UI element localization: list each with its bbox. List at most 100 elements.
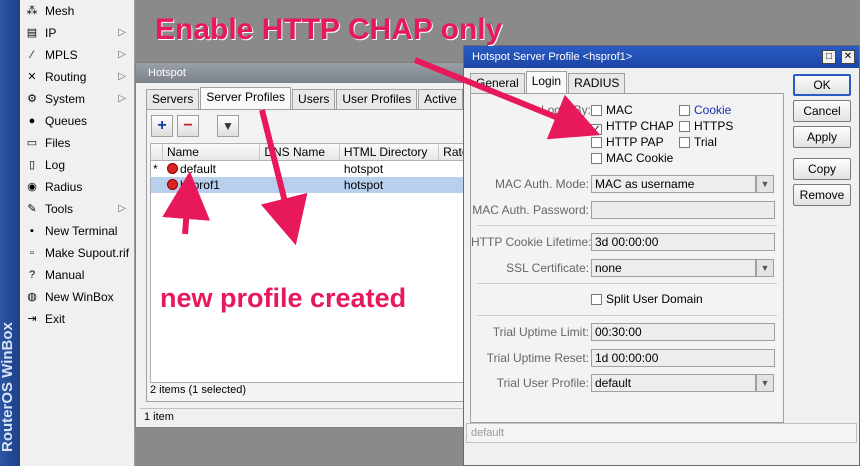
ok-button[interactable]: OK [793,74,851,96]
profile-tab-radius[interactable]: RADIUS [568,73,626,93]
profile-dialog-title[interactable]: Hotspot Server Profile <hsprof1> □ ✕ [464,46,859,68]
trial-uptime-reset-input[interactable]: 1d 00:00:00 [591,349,775,367]
cancel-button[interactable]: Cancel [793,100,851,122]
trial-uptime-limit-input[interactable]: 00:30:00 [591,323,775,341]
column-header[interactable]: DNS Name [260,144,340,160]
remove-button[interactable]: Remove [793,184,851,206]
login-by-label: Login By: [540,103,591,117]
ssl-certificate-dropdown-icon[interactable]: ▼ [756,259,774,277]
maximize-icon[interactable]: □ [822,50,836,64]
tools-icon: ✎ [27,203,37,215]
table-row[interactable]: * default hotspot [151,161,469,177]
sidebar-item-queues[interactable]: ● Queues [20,110,134,132]
trial-user-profile-select[interactable]: default [591,374,756,392]
close-icon[interactable]: ✕ [841,50,855,64]
hotspot-window-title[interactable]: Hotspot [136,63,469,83]
hotspot-tab-server-profiles[interactable]: Server Profiles [200,87,292,109]
sidebar-item-manual[interactable]: ? Manual [20,264,134,286]
profile-icon [166,179,178,190]
sidebar-item-mesh[interactable]: ⁂ Mesh [20,0,134,22]
hotspot-toolbar: + − ▼ [151,115,239,139]
folder-icon: ▭ [26,137,38,149]
mac-auth-mode-select[interactable]: MAC as username [591,175,756,193]
ssl-certificate-label: SSL Certificate: [506,261,589,275]
checkbox-box [679,105,690,116]
login-by-trial-checkbox[interactable]: Trial [679,135,717,149]
profile-name: hsprof1 [179,178,220,192]
sidebar-item-label: Make Supout.rif [45,246,130,260]
hotspot-tab-user-profiles[interactable]: User Profiles [336,89,418,109]
checkbox-box [679,137,690,148]
hotspot-status-bar: 1 item [140,408,465,424]
table-row[interactable]: hsprof1 hotspot [151,177,469,193]
sidebar-item-routing[interactable]: ✕ Routing ▷ [20,66,134,88]
sidebar-item-ip[interactable]: ▤ IP ▷ [20,22,134,44]
remove-button[interactable]: − [177,115,199,137]
sidebar-item-system[interactable]: ⚙ System ▷ [20,88,134,110]
supout-icon: ▫ [30,247,34,259]
login-by-http-chap-checkbox[interactable]: ✓ HTTP CHAP [591,119,674,135]
chevron-right-icon: ▷ [118,203,126,214]
checkbox-box [591,294,602,305]
hotspot-tab-servers[interactable]: Servers [146,89,200,109]
profile-title-text: Hotspot Server Profile <hsprof1> [472,51,633,63]
chevron-right-icon: ▷ [118,93,126,104]
profile-icon [166,163,178,174]
winbox-brand-bar: RouterOS WinBox [0,0,20,466]
login-by-https-checkbox[interactable]: HTTPS [679,119,733,133]
profile-tab-login[interactable]: Login [525,71,568,93]
hotspot-tab-active[interactable]: Active [418,89,463,109]
add-button[interactable]: + [151,115,173,137]
hotspot-tabs: Servers Server Profiles Users User Profiles… [146,87,507,109]
sidebar-item-label: Files [45,136,71,150]
sidebar-item-log[interactable]: ▯ Log [20,154,134,176]
trial-uptime-limit-label: Trial Uptime Limit: [492,325,589,339]
sidebar-item-label: Queues [45,114,88,128]
column-header[interactable]: Name [163,144,261,160]
column-header[interactable]: HTML Directory [340,144,440,160]
checkbox-label: MAC Cookie [606,151,674,165]
annotation-enable-chap: Enable HTTP CHAP only [155,13,503,46]
split-user-domain-checkbox[interactable]: Split User Domain [591,292,703,306]
login-by-mac-cookie-checkbox[interactable]: MAC Cookie [591,151,673,165]
sidebar-item-radius[interactable]: ◉ Radius [20,176,134,198]
mac-auth-password-input[interactable] [591,201,775,219]
sidebar-item-label: Manual [45,268,85,282]
trial-user-profile-dropdown-icon[interactable]: ▼ [756,374,774,392]
profile-tab-general[interactable]: General [470,73,525,93]
login-by-http-pap-checkbox[interactable]: HTTP PAP [591,135,664,149]
column-header[interactable] [151,144,163,160]
login-by-cookie-checkbox[interactable]: Cookie [679,103,731,117]
filter-icon[interactable]: ▼ [217,115,239,137]
sidebar-item-mpls[interactable]: ⁄ MPLS ▷ [20,44,134,66]
sidebar-item-label: New Terminal [45,224,118,238]
table-header: Name DNS Name HTML Directory Rate [151,144,469,161]
server-profile-dialog: Hotspot Server Profile <hsprof1> □ ✕ Gen… [463,45,860,466]
profile-name-cell: default [163,161,260,177]
ssl-certificate-select[interactable]: none [591,259,756,277]
sidebar-item-tools[interactable]: ✎ Tools ▷ [20,198,134,220]
profile-tabs: General Login RADIUS [470,71,626,93]
login-by-mac-checkbox[interactable]: MAC [591,103,633,117]
hotspot-tab-users[interactable]: Users [292,89,336,109]
sidebar-item-new-winbox[interactable]: ◍ New WinBox [20,286,134,308]
copy-button[interactable]: Copy [793,158,851,180]
mac-auth-password-label: MAC Auth. Password: [472,203,589,217]
profile-status-bar: default [466,423,857,443]
sidebar-item-label: Mesh [45,4,75,18]
profile-name-cell: hsprof1 [163,177,260,193]
sidebar-item-label: Routing [45,70,87,84]
cookie-lifetime-input[interactable]: 3d 00:00:00 [591,233,775,251]
separator [477,315,777,316]
mac-auth-mode-dropdown-icon[interactable]: ▼ [756,175,774,193]
sidebar-item-make-supout-rif[interactable]: ▫ Make Supout.rif [20,242,134,264]
log-icon: ▯ [28,159,36,171]
apply-button[interactable]: Apply [793,126,851,148]
sidebar-item-files[interactable]: ▭ Files [20,132,134,154]
sidebar-item-exit[interactable]: ⇥ Exit [20,308,134,330]
sidebar-item-new-terminal[interactable]: ▪ New Terminal [20,220,134,242]
separator [477,225,777,226]
ip-icon: ▤ [26,27,38,39]
routing-icon: ✕ [27,71,37,83]
checkbox-box [591,137,602,148]
